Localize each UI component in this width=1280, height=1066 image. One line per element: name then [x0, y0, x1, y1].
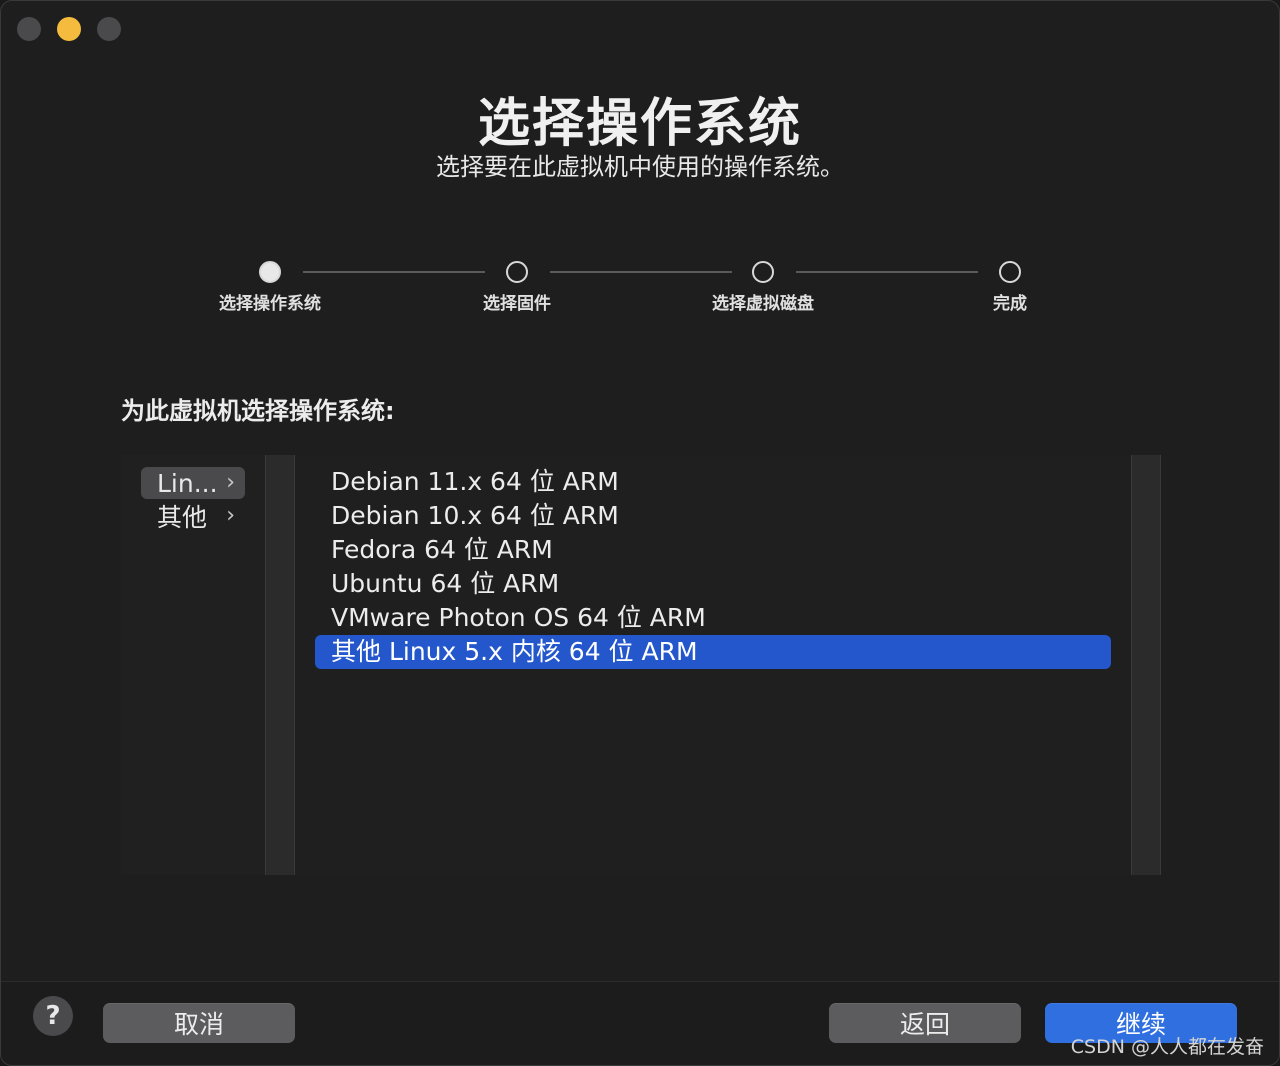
- vm-setup-window: 选择操作系统 选择要在此虚拟机中使用的操作系统。 选择操作系统 选择固件 选择虚…: [0, 0, 1280, 1066]
- category-label: 其他: [157, 503, 208, 532]
- category-item-linux[interactable]: Lin... ›: [141, 467, 245, 499]
- minimize-window-button[interactable]: [57, 17, 81, 41]
- os-column-browser: Lin... › 其他 › Debian 11.x 64 位 ARM Debia…: [121, 455, 1161, 875]
- column-resize-handle[interactable]: [265, 455, 295, 875]
- category-label: Lin...: [157, 468, 218, 498]
- step-2-indicator: [506, 261, 528, 283]
- os-item-debian-11[interactable]: Debian 11.x 64 位 ARM: [315, 465, 1111, 499]
- step-label-select-os: 选择操作系统: [219, 294, 321, 314]
- cancel-button[interactable]: 取消: [103, 1003, 295, 1043]
- step-label-select-disk: 选择虚拟磁盘: [712, 294, 814, 314]
- help-button[interactable]: ?: [33, 996, 73, 1036]
- step-connector: [550, 271, 732, 273]
- os-item-photon[interactable]: VMware Photon OS 64 位 ARM: [315, 601, 1111, 635]
- os-item-ubuntu[interactable]: Ubuntu 64 位 ARM: [315, 567, 1111, 601]
- close-window-button[interactable]: [17, 17, 41, 41]
- step-label-finish: 完成: [993, 294, 1027, 314]
- os-item-other-linux-5x[interactable]: 其他 Linux 5.x 内核 64 位 ARM: [315, 635, 1111, 669]
- chevron-right-icon: ›: [226, 503, 235, 528]
- step-label-select-firmware: 选择固件: [483, 294, 551, 314]
- back-button[interactable]: 返回: [829, 1003, 1021, 1043]
- step-4-indicator: [999, 261, 1021, 283]
- step-connector: [303, 271, 485, 273]
- watermark-text: CSDN @人人都在发奋: [1070, 1036, 1264, 1058]
- category-item-other[interactable]: 其他 ›: [141, 500, 245, 532]
- os-prompt-label: 为此虚拟机选择操作系统:: [121, 397, 395, 425]
- window-controls: [17, 17, 121, 41]
- step-1-indicator: [259, 261, 281, 283]
- chevron-right-icon: ›: [226, 470, 235, 495]
- page-subtitle: 选择要在此虚拟机中使用的操作系统。: [436, 153, 844, 181]
- step-connector: [796, 271, 978, 273]
- category-column: Lin... › 其他 ›: [121, 455, 265, 875]
- os-list-column: Debian 11.x 64 位 ARM Debian 10.x 64 位 AR…: [295, 455, 1131, 875]
- os-item-fedora[interactable]: Fedora 64 位 ARM: [315, 533, 1111, 567]
- page-title: 选择操作系统: [477, 94, 802, 154]
- os-item-debian-10[interactable]: Debian 10.x 64 位 ARM: [315, 499, 1111, 533]
- column-resize-handle[interactable]: [1131, 455, 1161, 875]
- step-3-indicator: [752, 261, 774, 283]
- zoom-window-button[interactable]: [97, 17, 121, 41]
